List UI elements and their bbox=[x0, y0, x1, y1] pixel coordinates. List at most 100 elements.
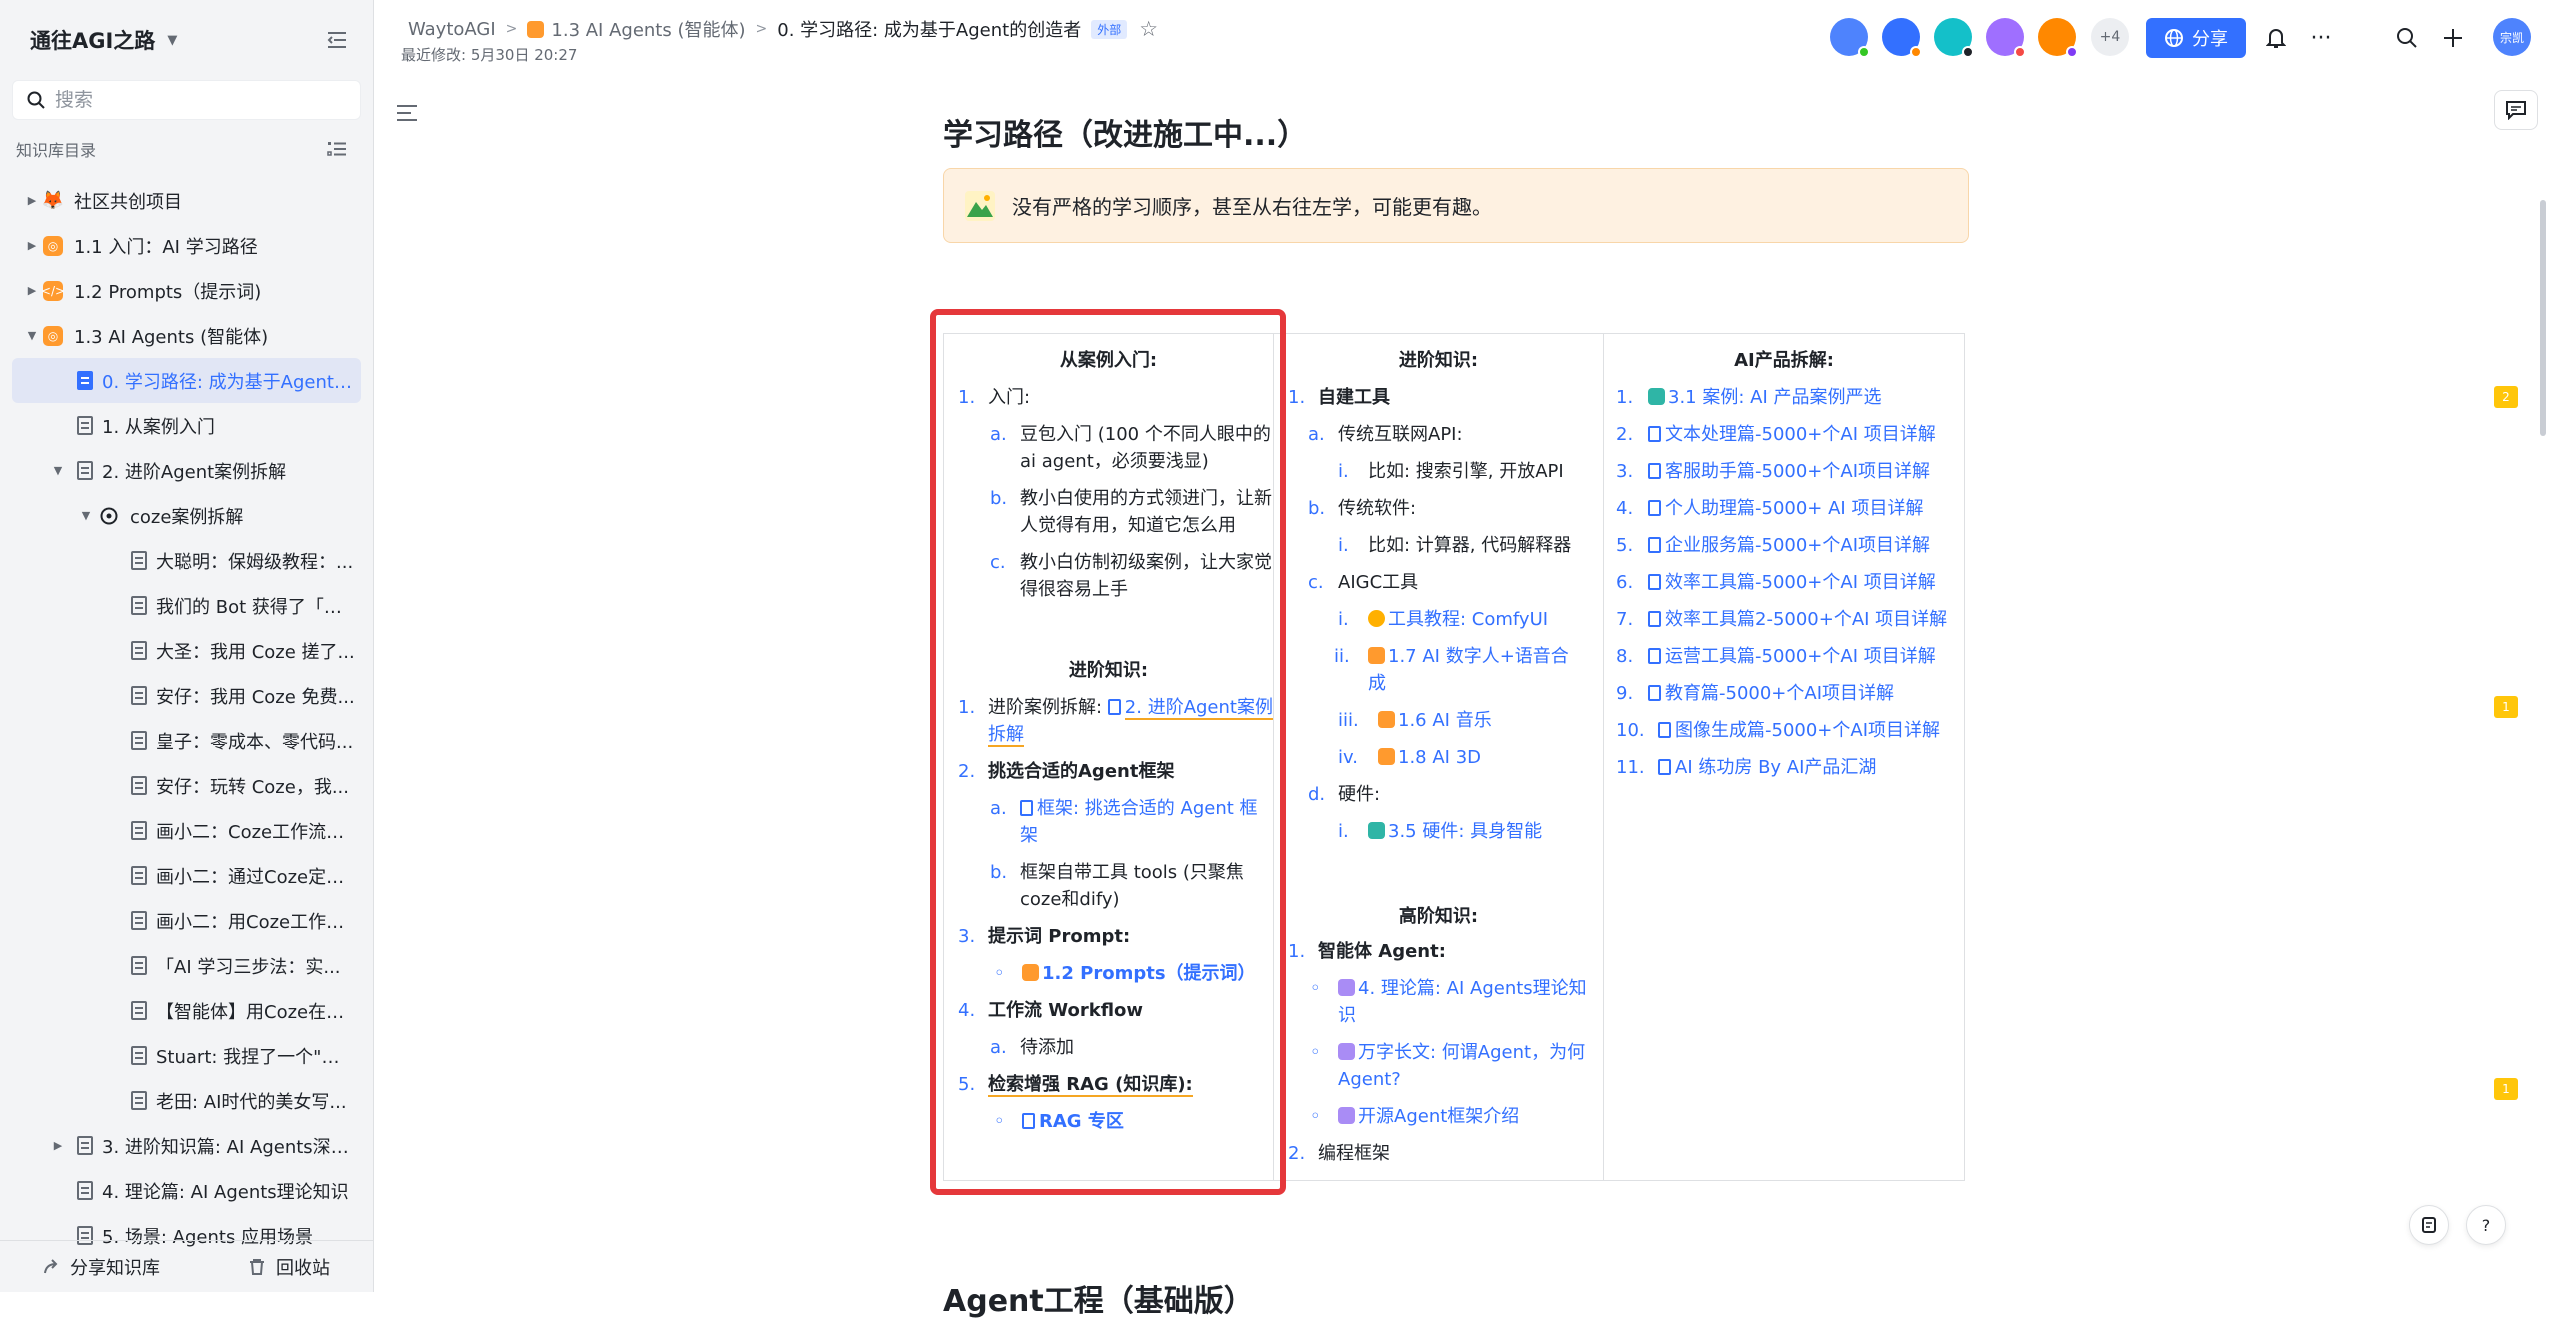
link-digital-human-cont[interactable]: 成 bbox=[1368, 673, 1386, 694]
tree-item-advanced-knowledge[interactable]: ▶ 3. 进阶知识篇: AI Agents深入... bbox=[12, 1123, 362, 1168]
link-product-item[interactable]: 个人助理篇-5000+ AI 项目详解 bbox=[1665, 498, 1923, 519]
link-product-item[interactable]: 客服助手篇-5000+个AI项目详解 bbox=[1665, 461, 1930, 482]
tree-item-doc[interactable]: 「AI 学习三步法：实... bbox=[12, 943, 361, 988]
collapse-arrow-icon[interactable]: ▼ bbox=[24, 329, 40, 342]
template-icon[interactable] bbox=[2409, 1205, 2449, 1245]
tree-item-1-1[interactable]: ▶ ◎ 1.1 入门：AI 学习路径 bbox=[12, 223, 361, 268]
link-agents-theory[interactable]: 4. 理论篇: AI Agents理论知 bbox=[1358, 978, 1587, 999]
link-product-item[interactable]: 效率工具篇2-5000+个AI 项目详解 bbox=[1665, 609, 1947, 630]
tree-item-label: 1.1 入门：AI 学习路径 bbox=[74, 236, 258, 258]
collapse-sidebar-icon[interactable] bbox=[323, 26, 351, 54]
breadcrumb-root[interactable]: WaytoAGI bbox=[408, 19, 496, 40]
collapse-arrow-icon[interactable]: ▼ bbox=[50, 464, 66, 477]
share-button[interactable]: 分享 bbox=[2146, 18, 2246, 58]
callout: 没有严格的学习顺序，甚至从右往左学，可能更有趣。 bbox=[943, 168, 1969, 243]
sidebar: 通往AGI之路 ▼ 知识库目录 ▶ 🦊 社区共创项目 ▶ ◎ 1.1 入门：AI… bbox=[0, 0, 374, 1292]
tree-item-doc[interactable]: 我们的 Bot 获得了「掘... bbox=[12, 583, 361, 628]
search-input[interactable] bbox=[55, 89, 315, 111]
tree-item-doc[interactable]: 大聪明：保姆级教程：... bbox=[12, 538, 361, 583]
link-product-item[interactable]: 运营工具篇-5000+个AI 项目详解 bbox=[1665, 646, 1936, 667]
link-open-source-frameworks[interactable]: 开源Agent框架介绍 bbox=[1358, 1106, 1519, 1127]
comment-badge[interactable]: 1 bbox=[2494, 696, 2518, 718]
link-product-item[interactable]: 教育篇-5000+个AI项目详解 bbox=[1665, 683, 1894, 704]
tree-item-theory[interactable]: 4. 理论篇: AI Agents理论知识 bbox=[12, 1168, 361, 1213]
comment-badge[interactable]: 1 bbox=[2494, 1078, 2518, 1100]
more-collaborators[interactable]: +4 bbox=[2091, 18, 2129, 56]
link-what-is-agent-cont[interactable]: Agent? bbox=[1338, 1069, 1401, 1090]
collaborator-avatar[interactable] bbox=[1830, 18, 1870, 58]
top-bar: WaytoAGI > 1.3 AI Agents (智能体) > 0. 学习路径… bbox=[375, 0, 2552, 72]
sidebar-search[interactable] bbox=[12, 80, 361, 120]
tree-item-coze[interactable]: ▼ coze案例拆解 bbox=[12, 493, 361, 538]
help-icon[interactable]: ? bbox=[2466, 1205, 2506, 1245]
link-ai-music[interactable]: 1.6 AI 音乐 bbox=[1398, 710, 1492, 731]
tree-item-doc[interactable]: 画小二：用Coze工作流... bbox=[12, 898, 361, 943]
link-product-item[interactable]: 图像生成篇-5000+个AI项目详解 bbox=[1675, 720, 1940, 741]
table-column-product-breakdown: AI产品拆解: 1. 3.1 案例: AI 产品案例严选 2. 文本处理篇-50… bbox=[1603, 334, 1964, 1180]
tree-item-1-3[interactable]: ▼ ◎ 1.3 AI Agents (智能体) bbox=[12, 313, 361, 358]
collapse-arrow-icon[interactable]: ▼ bbox=[78, 509, 94, 522]
expand-arrow-icon[interactable]: ▶ bbox=[50, 1139, 66, 1152]
tree-item-doc[interactable]: 皇子：零成本、零代码... bbox=[12, 718, 361, 763]
comment-badge[interactable]: 2 bbox=[2494, 386, 2518, 408]
expand-arrow-icon[interactable]: ▶ bbox=[24, 284, 40, 297]
expand-arrow-icon[interactable]: ▶ bbox=[24, 239, 40, 252]
tree-item-learning-path[interactable]: 0. 学习路径: 成为基于Agent的... bbox=[12, 358, 366, 403]
chevron-right-icon: > bbox=[755, 21, 768, 37]
collaborator-avatar[interactable] bbox=[1882, 18, 1922, 58]
tree-item-doc[interactable]: 画小二：Coze工作流之... bbox=[12, 808, 361, 853]
tree-item-doc[interactable]: 安仔：我用 Coze 免费... bbox=[12, 673, 361, 718]
tree-item-1-2[interactable]: ▶ </> 1.2 Prompts（提示词) bbox=[12, 268, 361, 313]
collaborator-avatar[interactable] bbox=[1934, 18, 1974, 58]
bell-icon[interactable] bbox=[2260, 22, 2292, 54]
caret-down-icon[interactable]: ▼ bbox=[167, 33, 177, 48]
column-header: AI产品拆解: bbox=[1734, 350, 1834, 371]
search-icon bbox=[27, 91, 45, 109]
tree-item-label: 画小二：Coze工作流之... bbox=[156, 821, 356, 843]
collaborator-avatar[interactable] bbox=[1986, 18, 2026, 58]
more-icon[interactable]: ··· bbox=[2305, 22, 2337, 54]
link-digital-human[interactable]: 1.7 AI 数字人+语音合 bbox=[1388, 646, 1569, 667]
link-product-case[interactable]: 3.1 案例: AI 产品案例严选 bbox=[1668, 387, 1881, 408]
tree-item-doc[interactable]: 画小二：通过Coze定制... bbox=[12, 853, 361, 898]
list-number: 5. bbox=[1616, 535, 1634, 556]
recycle-bin-button[interactable]: 回收站 bbox=[248, 1254, 330, 1280]
tree-item-advanced-cases[interactable]: ▼ 2. 进阶Agent案例拆解 bbox=[12, 448, 361, 493]
tree-item-doc[interactable]: 大圣：我用 Coze 搓了... bbox=[12, 628, 361, 673]
expand-arrow-icon[interactable]: ▶ bbox=[24, 194, 40, 207]
star-icon[interactable]: ☆ bbox=[1139, 17, 1158, 41]
link-ai-3d[interactable]: 1.8 AI 3D bbox=[1398, 747, 1481, 768]
tree-item-doc[interactable]: 安仔：玩转 Coze，我... bbox=[12, 763, 361, 808]
comment-icon[interactable] bbox=[2494, 90, 2538, 130]
tree-filter-icon[interactable] bbox=[327, 140, 347, 158]
collaborator-avatar[interactable] bbox=[2038, 18, 2078, 58]
tree-item-doc[interactable]: Stuart: 我捏了一个"剧... bbox=[12, 1033, 361, 1078]
tree-item-label: coze案例拆解 bbox=[130, 506, 244, 528]
workspace-title[interactable]: 通往AGI之路 bbox=[30, 25, 155, 55]
share-knowledge-base-button[interactable]: 分享知识库 bbox=[42, 1254, 160, 1280]
link-product-item[interactable]: AI 练功房 By AI产品汇湖 bbox=[1675, 757, 1876, 778]
link-product-item[interactable]: 效率工具篇-5000+个AI 项目详解 bbox=[1665, 572, 1936, 593]
add-icon[interactable] bbox=[2437, 22, 2469, 54]
breadcrumb: WaytoAGI > 1.3 AI Agents (智能体) > 0. 学习路径… bbox=[408, 16, 1158, 42]
user-avatar[interactable]: 宗凯 bbox=[2493, 18, 2531, 56]
link-comfyui[interactable]: 工具教程: ComfyUI bbox=[1388, 609, 1548, 630]
doc-icon bbox=[1648, 426, 1661, 442]
link-product-item[interactable]: 文本处理篇-5000+个AI 项目详解 bbox=[1665, 424, 1936, 445]
link-what-is-agent[interactable]: 万字长文: 何谓Agent，为何 bbox=[1358, 1042, 1585, 1063]
search-icon[interactable] bbox=[2391, 22, 2423, 54]
link-product-item[interactable]: 企业服务篇-5000+个AI项目详解 bbox=[1665, 535, 1930, 556]
link-agents-theory-cont[interactable]: 识 bbox=[1338, 1005, 1356, 1026]
list-number: 4. bbox=[1616, 498, 1634, 519]
breadcrumb-parent[interactable]: 1.3 AI Agents (智能体) bbox=[551, 16, 745, 42]
tree-item-from-case[interactable]: 1. 从案例入门 bbox=[12, 403, 361, 448]
list-item: AIGC工具 bbox=[1338, 572, 1419, 593]
theory-icon bbox=[1338, 979, 1355, 996]
tree-item-label: 大圣：我用 Coze 搓了... bbox=[156, 641, 355, 663]
tree-item-community[interactable]: ▶ 🦊 社区共创项目 bbox=[12, 178, 361, 223]
tree-item-doc[interactable]: 【智能体】用Coze在微... bbox=[12, 988, 361, 1033]
link-hardware[interactable]: 3.5 硬件: 具身智能 bbox=[1388, 821, 1542, 842]
outline-icon[interactable] bbox=[396, 104, 418, 126]
tree-item-doc[interactable]: 老田: AI时代的美女写... bbox=[12, 1078, 361, 1123]
scrollbar[interactable] bbox=[2540, 200, 2546, 436]
